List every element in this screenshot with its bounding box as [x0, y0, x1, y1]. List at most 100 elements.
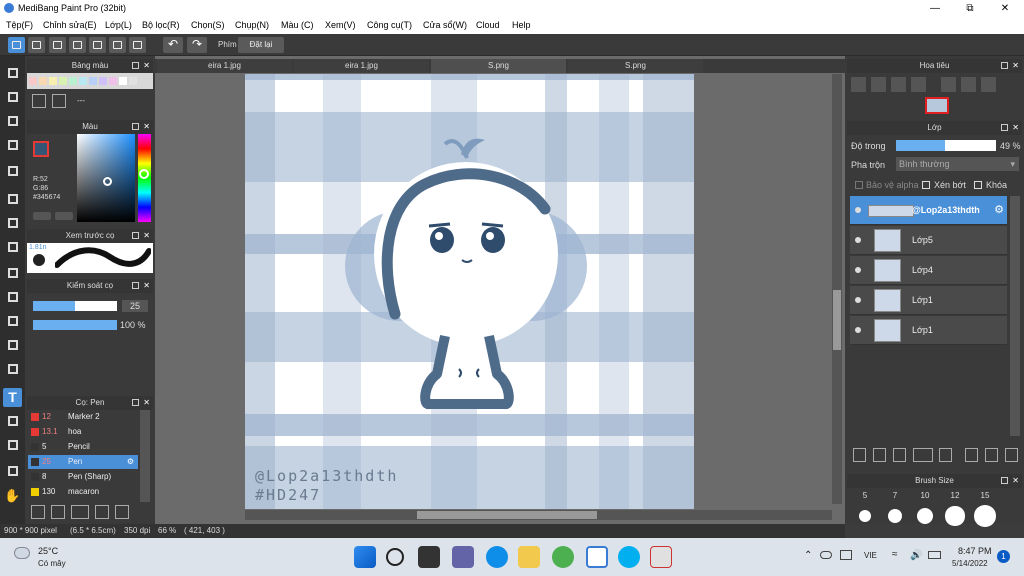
close-icon[interactable]: ✕: [143, 279, 150, 293]
delete-layer-icon[interactable]: [1005, 448, 1018, 462]
swatch[interactable]: [129, 77, 137, 85]
add-brush-icon[interactable]: [71, 505, 89, 519]
swatch[interactable]: [89, 77, 97, 85]
eraser-tool[interactable]: [3, 88, 22, 107]
share-icon[interactable]: [28, 37, 45, 53]
menu-color[interactable]: Màu (C): [281, 20, 314, 30]
swatch[interactable]: [39, 77, 47, 85]
visibility-icon[interactable]: [855, 267, 861, 273]
actual-size-icon[interactable]: [911, 77, 926, 92]
visibility-icon[interactable]: [855, 237, 861, 243]
add-layer-menu-icon[interactable]: [913, 448, 933, 462]
brush-tool[interactable]: [3, 64, 22, 83]
snipping-tool-icon[interactable]: [650, 546, 672, 568]
zoom-out-icon[interactable]: [871, 77, 886, 92]
menu-file[interactable]: Tệp(F): [6, 20, 33, 30]
menu-tools[interactable]: Công cụ(T): [367, 20, 412, 30]
tab-s-png-2[interactable]: S.png: [568, 59, 703, 73]
brush-list-item[interactable]: 130 macaron: [28, 485, 138, 499]
chevron-up-icon[interactable]: ⌃: [804, 550, 812, 561]
fit-icon[interactable]: [891, 77, 906, 92]
edge-icon[interactable]: [486, 546, 508, 568]
chrome-icon[interactable]: [552, 546, 574, 568]
opacity-slider[interactable]: [33, 320, 117, 330]
text-tool[interactable]: T: [3, 388, 22, 407]
skype-icon[interactable]: [618, 546, 640, 568]
size-value[interactable]: 25: [122, 300, 148, 312]
popout-icon[interactable]: [132, 282, 139, 289]
brush-settings-icon[interactable]: [31, 505, 45, 519]
close-icon[interactable]: ✕: [1012, 59, 1019, 73]
scroll-thumb[interactable]: [833, 290, 841, 350]
battery-icon[interactable]: [928, 551, 941, 559]
cloud-icon[interactable]: [820, 551, 832, 559]
brush-list-item[interactable]: 12 Marker 2: [28, 410, 138, 424]
bucket-tool[interactable]: [3, 214, 22, 233]
layer-item[interactable]: Lớp5: [850, 226, 1007, 255]
popout-icon[interactable]: [132, 232, 139, 239]
color-picker-cursor[interactable]: [103, 177, 112, 186]
undo-button[interactable]: ↶: [163, 37, 183, 53]
new-8bit-layer-icon[interactable]: [893, 448, 906, 462]
weather-icon[interactable]: [14, 547, 30, 559]
close-button[interactable]: ✕: [988, 1, 1022, 16]
gear-icon[interactable]: ⚙: [127, 455, 134, 469]
folder-icon[interactable]: [939, 448, 952, 462]
rotate-right-icon[interactable]: [981, 77, 996, 92]
tab-eira-2[interactable]: eira 1.jpg: [294, 59, 429, 73]
visibility-icon[interactable]: [855, 327, 861, 333]
close-icon[interactable]: ✕: [1012, 474, 1019, 488]
language-indicator[interactable]: VIE: [864, 551, 877, 560]
close-icon[interactable]: ✕: [143, 59, 150, 73]
popout-icon[interactable]: [1001, 124, 1008, 131]
swatch[interactable]: [29, 77, 37, 85]
menu-edit[interactable]: Chỉnh sửa(E): [43, 20, 97, 30]
brush-size-preset[interactable]: 7: [881, 488, 909, 524]
gradient-tool[interactable]: [3, 238, 22, 257]
delete-palette-icon[interactable]: [52, 94, 66, 108]
menu-cloud[interactable]: Cloud: [476, 20, 500, 30]
blend-mode-select[interactable]: Bình thường ▾: [896, 157, 1019, 171]
brush-list-item[interactable]: 25 Pen ⚙: [28, 455, 138, 469]
new-palette-icon[interactable]: [32, 94, 46, 108]
swatch[interactable]: [69, 77, 77, 85]
brush-list-scrollbar[interactable]: [140, 410, 150, 502]
blur-tool[interactable]: [3, 462, 22, 481]
popout-icon[interactable]: [1001, 62, 1008, 69]
menu-window[interactable]: Cửa sổ(W): [423, 20, 467, 30]
monitor-icon[interactable]: [840, 550, 852, 560]
hand-tool[interactable]: ✋: [3, 486, 22, 505]
medibang-icon[interactable]: [586, 546, 608, 568]
teams-icon[interactable]: [452, 546, 474, 568]
tab-eira-1[interactable]: eira 1.jpg: [157, 59, 292, 73]
select-tool[interactable]: [3, 264, 22, 283]
swatch[interactable]: [79, 77, 87, 85]
weather-temp[interactable]: 25°C: [38, 546, 58, 556]
popout-icon[interactable]: [132, 62, 139, 69]
swatch[interactable]: [59, 77, 67, 85]
hue-cursor[interactable]: [139, 169, 149, 179]
gear-icon[interactable]: ⚙: [994, 203, 1004, 216]
folder-icon[interactable]: [115, 505, 129, 519]
visibility-icon[interactable]: [855, 207, 861, 213]
hue-slider[interactable]: [138, 134, 151, 222]
navigator-thumbnail[interactable]: [925, 97, 949, 114]
menu-capture[interactable]: Chụp(N): [235, 20, 269, 30]
document-icon[interactable]: [89, 37, 106, 53]
new-layer-icon[interactable]: [853, 448, 866, 462]
select-pen-tool[interactable]: [3, 336, 22, 355]
start-icon[interactable]: [354, 546, 376, 568]
layer-scrollbar[interactable]: [1010, 196, 1020, 436]
swatch[interactable]: [119, 77, 127, 85]
wifi-icon[interactable]: ≈: [892, 549, 898, 560]
brush-list-item[interactable]: 5 Pencil: [28, 440, 138, 454]
foreground-color-swatch[interactable]: [33, 141, 49, 157]
clip-checkbox[interactable]: [922, 181, 930, 189]
lock-checkbox[interactable]: [974, 181, 982, 189]
chat-icon[interactable]: [69, 37, 86, 53]
alpha-protect-checkbox[interactable]: [855, 181, 863, 189]
cloud-icon[interactable]: [8, 37, 25, 53]
layer-item[interactable]: Lớp1: [850, 316, 1007, 345]
new-halftone-layer-icon[interactable]: [873, 448, 886, 462]
swatch[interactable]: [109, 77, 117, 85]
